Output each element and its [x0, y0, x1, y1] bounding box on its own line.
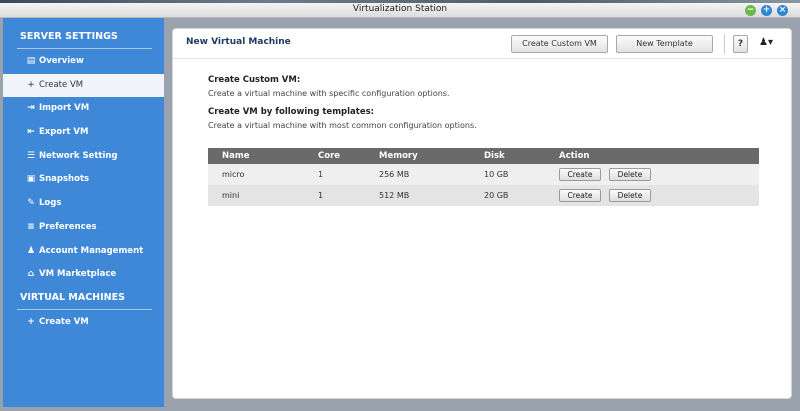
sidebar-item-import-vm[interactable]: ⇥ Import VM — [3, 97, 164, 121]
sidebar-item-vm-marketplace[interactable]: ⌂ VM Marketplace — [3, 263, 164, 287]
cell-action: Create Delete — [545, 185, 759, 206]
sidebar-item-label: Logs — [39, 198, 62, 209]
sidebar-item-label: Overview — [39, 56, 84, 66]
create-button[interactable]: Create — [559, 168, 601, 181]
cell-disk: 10 GB — [484, 170, 509, 179]
sidebar-item-preferences[interactable]: ≡ Preferences — [3, 216, 164, 240]
marketplace-icon: ⌂ — [27, 269, 35, 280]
sidebar-item-create-vm[interactable]: + Create VM — [3, 73, 164, 98]
create-button[interactable]: Create — [559, 189, 601, 202]
cell-memory: 512 MB — [379, 191, 410, 200]
section-virtual-machines: VIRTUAL MACHINES — [20, 291, 125, 303]
sidebar-item-label: Export VM — [39, 127, 89, 138]
maximize-icon[interactable]: + — [761, 5, 772, 16]
sidebar-item-label: VM Marketplace — [39, 269, 117, 280]
network-icon: ☰ — [26, 150, 36, 161]
sidebar-item-export-vm[interactable]: ⇤ Export VM — [3, 121, 164, 145]
divider — [724, 34, 725, 54]
column-header-disk: Disk — [484, 151, 505, 161]
import-icon: ⇥ — [27, 103, 35, 114]
cell-action: Create Delete — [545, 164, 759, 185]
create-custom-vm-button[interactable]: Create Custom VM — [511, 35, 608, 53]
sidebar-item-label: Account Management — [39, 245, 144, 256]
window-title: Virtualization Station — [352, 4, 448, 14]
panel-header: New Virtual Machine Create Custom VM New… — [173, 29, 791, 59]
plus-icon: + — [27, 79, 35, 90]
sidebar-item-account-management[interactable]: ♟ Account Management — [3, 240, 164, 264]
custom-vm-description: Create a virtual machine with specific c… — [208, 89, 450, 98]
sidebar-item-logs[interactable]: ✎ Logs — [3, 192, 164, 216]
column-header-core: Core — [318, 151, 341, 161]
overview-icon: ▤ — [26, 56, 36, 66]
column-header-name: Name — [222, 151, 250, 161]
page-title: New Virtual Machine — [186, 37, 291, 47]
sidebar-item-network-setting[interactable]: ☰ Network Setting — [3, 145, 164, 169]
table-row: micro 1 256 MB 10 GB Create Delete — [208, 164, 759, 185]
camera-icon: ▣ — [26, 174, 36, 185]
sidebar-item-label: Create VM — [39, 79, 84, 90]
templates-heading: Create VM by following templates: — [208, 107, 375, 117]
help-button[interactable]: ? — [733, 35, 748, 53]
cell-core: 1 — [318, 170, 324, 179]
cell-core: 1 — [318, 191, 324, 200]
cell-name: micro — [222, 170, 245, 179]
sidebar-item-label: Snapshots — [39, 174, 90, 185]
table-header-row: Name Core Memory Disk Action — [208, 148, 759, 164]
column-header-action: Action — [559, 151, 590, 161]
table-row: mini 1 512 MB 20 GB Create Delete — [208, 185, 759, 206]
sidebar-item-label: Preferences — [39, 221, 97, 232]
sidebar-item-label: Network Setting — [39, 150, 118, 161]
sidebar: SERVER SETTINGS ▤ Overview + Create VM ⇥… — [3, 18, 164, 407]
delete-button[interactable]: Delete — [609, 189, 651, 202]
templates-description: Create a virtual machine with most commo… — [208, 121, 477, 130]
new-template-button[interactable]: New Template — [616, 35, 713, 53]
sidebar-item-label: Create VM — [39, 316, 89, 327]
sidebar-item-label: Import VM — [39, 103, 90, 114]
sidebar-item-overview[interactable]: ▤ Overview — [3, 50, 164, 74]
account-icon: ♟ — [26, 245, 36, 256]
close-icon[interactable]: × — [777, 5, 788, 16]
templates-table: Name Core Memory Disk Action micro 1 256… — [208, 148, 759, 206]
preferences-icon: ≡ — [27, 221, 35, 232]
column-header-memory: Memory — [379, 151, 418, 161]
sidebar-item-vm-create[interactable]: + Create VM — [3, 311, 164, 335]
section-server-settings: SERVER SETTINGS — [20, 31, 118, 42]
cell-memory: 256 MB — [379, 170, 410, 179]
cell-name: mini — [222, 191, 240, 200]
minimize-icon[interactable]: − — [745, 5, 756, 16]
window-titlebar: Virtualization Station − + × — [0, 3, 800, 18]
user-icon[interactable]: ♟▾ — [759, 37, 773, 48]
main-panel: New Virtual Machine Create Custom VM New… — [172, 28, 792, 399]
custom-vm-heading: Create Custom VM: — [208, 75, 301, 85]
sidebar-item-snapshots[interactable]: ▣ Snapshots — [3, 168, 164, 192]
export-icon: ⇤ — [27, 127, 35, 138]
content-area: Create Custom VM: Create a virtual machi… — [208, 75, 477, 130]
logs-icon: ✎ — [27, 198, 35, 209]
cell-disk: 20 GB — [484, 191, 509, 200]
delete-button[interactable]: Delete — [609, 168, 651, 181]
plus-icon: + — [27, 316, 35, 327]
